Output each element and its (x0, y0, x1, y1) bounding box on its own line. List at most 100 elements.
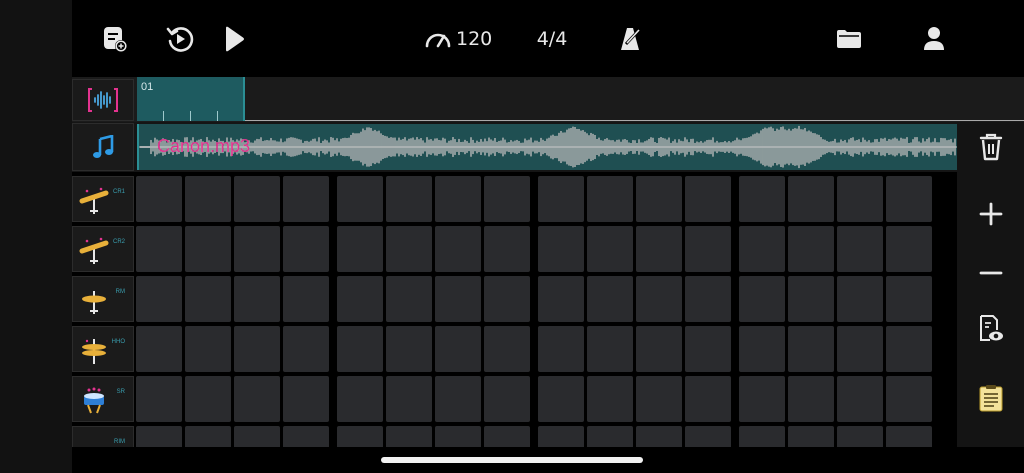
preview-sheet-button[interactable] (971, 308, 1011, 348)
step-pad[interactable] (587, 376, 633, 422)
step-pad[interactable] (788, 276, 834, 322)
step-pad[interactable] (185, 176, 231, 222)
step-pad[interactable] (739, 276, 785, 322)
instrument-row-5[interactable]: SR (72, 376, 134, 422)
step-pad[interactable] (484, 226, 530, 272)
notes-button[interactable] (971, 378, 1011, 418)
step-pad[interactable] (886, 426, 932, 447)
metronome-button[interactable] (618, 22, 644, 56)
step-pad[interactable] (837, 326, 883, 372)
pattern-track-button[interactable] (72, 79, 134, 121)
step-pad[interactable] (337, 276, 383, 322)
step-pad[interactable] (739, 326, 785, 372)
open-project-button[interactable] (834, 22, 864, 56)
step-pad[interactable] (837, 226, 883, 272)
step-pad[interactable] (136, 226, 182, 272)
new-pattern-button[interactable] (100, 22, 130, 56)
step-pad[interactable] (837, 426, 883, 447)
home-indicator[interactable] (381, 457, 643, 463)
step-pad[interactable] (435, 226, 481, 272)
instrument-row-3[interactable]: RM (72, 276, 134, 322)
add-row-button[interactable] (971, 194, 1011, 234)
step-pad[interactable] (185, 376, 231, 422)
step-pad[interactable] (886, 276, 932, 322)
step-pad[interactable] (636, 326, 682, 372)
tempo-control[interactable]: 120 (424, 22, 494, 56)
step-pad[interactable] (484, 426, 530, 447)
step-pad[interactable] (636, 426, 682, 447)
step-pad[interactable] (484, 276, 530, 322)
delete-button[interactable] (971, 127, 1011, 167)
audio-clip[interactable]: Canon.mp3 (137, 124, 957, 170)
step-pad[interactable] (837, 276, 883, 322)
step-pad[interactable] (234, 226, 280, 272)
step-pad[interactable] (185, 226, 231, 272)
timeline-ruler[interactable]: 01 (137, 77, 1024, 121)
step-pad[interactable] (185, 426, 231, 447)
play-button[interactable] (222, 22, 246, 56)
step-pad[interactable] (283, 226, 329, 272)
step-pad[interactable] (685, 426, 731, 447)
step-pad[interactable] (538, 326, 584, 372)
step-pad[interactable] (538, 376, 584, 422)
step-pad[interactable] (185, 326, 231, 372)
step-pad[interactable] (788, 226, 834, 272)
step-pad[interactable] (538, 226, 584, 272)
step-pad[interactable] (283, 276, 329, 322)
step-pad[interactable] (484, 326, 530, 372)
step-pad[interactable] (234, 326, 280, 372)
step-pad[interactable] (788, 376, 834, 422)
step-pad[interactable] (587, 176, 633, 222)
step-pad[interactable] (886, 226, 932, 272)
step-pad[interactable] (788, 426, 834, 447)
step-pad[interactable] (484, 176, 530, 222)
step-pad[interactable] (435, 426, 481, 447)
step-pad[interactable] (587, 326, 633, 372)
step-pad[interactable] (283, 426, 329, 447)
step-pad[interactable] (386, 176, 432, 222)
step-pad[interactable] (136, 276, 182, 322)
instrument-row-4[interactable]: HHO (72, 326, 134, 372)
step-pad[interactable] (587, 276, 633, 322)
step-pad[interactable] (685, 276, 731, 322)
step-pad[interactable] (587, 226, 633, 272)
step-pad[interactable] (337, 376, 383, 422)
step-pad[interactable] (886, 376, 932, 422)
step-pad[interactable] (283, 176, 329, 222)
step-pad[interactable] (337, 426, 383, 447)
step-pad[interactable] (136, 376, 182, 422)
step-pad[interactable] (636, 276, 682, 322)
step-pad[interactable] (739, 376, 785, 422)
step-pad[interactable] (435, 326, 481, 372)
step-pad[interactable] (435, 176, 481, 222)
step-pad[interactable] (136, 426, 182, 447)
step-pad[interactable] (636, 226, 682, 272)
time-signature-control[interactable]: 4/4 (532, 22, 572, 56)
step-pad[interactable] (234, 276, 280, 322)
step-pad[interactable] (234, 376, 280, 422)
step-pad[interactable] (283, 376, 329, 422)
step-pad[interactable] (685, 226, 731, 272)
step-pad[interactable] (636, 176, 682, 222)
step-pad[interactable] (739, 426, 785, 447)
step-pad[interactable] (587, 426, 633, 447)
instrument-row-1[interactable]: CR1 (72, 176, 134, 222)
step-pad[interactable] (136, 326, 182, 372)
step-pad[interactable] (636, 376, 682, 422)
step-pad[interactable] (386, 226, 432, 272)
step-pad[interactable] (435, 276, 481, 322)
step-pad[interactable] (788, 176, 834, 222)
step-pad[interactable] (136, 176, 182, 222)
step-pad[interactable] (538, 276, 584, 322)
step-pad[interactable] (234, 176, 280, 222)
step-pad[interactable] (435, 376, 481, 422)
step-pad[interactable] (739, 226, 785, 272)
step-pad[interactable] (283, 326, 329, 372)
instrument-row-2[interactable]: CR2 (72, 226, 134, 272)
step-pad[interactable] (337, 326, 383, 372)
step-pad[interactable] (538, 176, 584, 222)
step-pad[interactable] (685, 376, 731, 422)
step-pad[interactable] (337, 226, 383, 272)
step-pad[interactable] (185, 276, 231, 322)
step-pad[interactable] (538, 426, 584, 447)
